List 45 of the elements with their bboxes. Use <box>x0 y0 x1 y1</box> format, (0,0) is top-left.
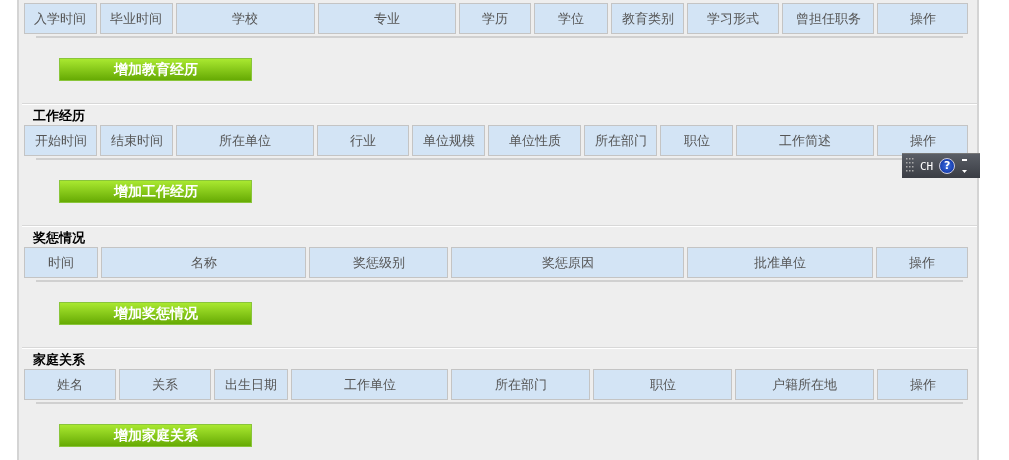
column-header: 关系 <box>119 369 211 400</box>
column-header: 职位 <box>660 125 733 156</box>
column-header: 操作 <box>876 247 968 278</box>
column-header: 出生日期 <box>214 369 288 400</box>
column-header: 学校 <box>175 3 315 34</box>
section-title: 工作经历 <box>30 107 88 125</box>
column-header: 学习形式 <box>687 3 780 34</box>
help-button[interactable]: ? <box>939 158 956 174</box>
grip-icon[interactable] <box>906 157 914 175</box>
column-header: 工作单位 <box>291 369 448 400</box>
column-header: 入学时间 <box>24 3 97 34</box>
add-button[interactable]: 增加家庭关系 <box>59 424 252 447</box>
column-header: 奖惩级别 <box>309 247 448 278</box>
column-header: 所在单位 <box>176 125 314 156</box>
column-header: 学历 <box>458 3 532 34</box>
column-header: 所在部门 <box>451 369 590 400</box>
column-header: 时间 <box>24 247 98 278</box>
language-indicator[interactable]: CH <box>920 159 934 173</box>
column-header: 开始时间 <box>24 125 97 156</box>
section-title: 奖惩情况 <box>30 229 88 247</box>
add-button[interactable]: 增加奖惩情况 <box>59 302 252 325</box>
column-header: 学位 <box>534 3 609 34</box>
column-header: 单位规模 <box>412 125 485 156</box>
minimize-icon[interactable] <box>961 157 969 175</box>
add-button[interactable]: 增加教育经历 <box>59 58 252 81</box>
column-header: 结束时间 <box>100 125 173 156</box>
column-header: 名称 <box>101 247 306 278</box>
column-header: 奖惩原因 <box>451 247 684 278</box>
column-header: 户籍所在地 <box>735 369 874 400</box>
column-header: 姓名 <box>24 369 116 400</box>
column-header: 所在部门 <box>584 125 657 156</box>
section-title: 家庭关系 <box>30 351 88 369</box>
column-header: 毕业时间 <box>99 3 173 34</box>
column-header: 操作 <box>877 3 968 34</box>
column-header: 操作 <box>877 125 968 156</box>
add-button[interactable]: 增加工作经历 <box>59 180 252 203</box>
column-header: 工作简述 <box>736 125 874 156</box>
column-header: 曾担任职务 <box>782 3 875 34</box>
column-header: 操作 <box>877 369 968 400</box>
column-header: 职位 <box>593 369 732 400</box>
column-header: 教育类别 <box>611 3 685 34</box>
column-header: 行业 <box>317 125 409 156</box>
column-header: 批准单位 <box>687 247 873 278</box>
column-header: 单位性质 <box>488 125 581 156</box>
column-header: 专业 <box>317 3 456 34</box>
